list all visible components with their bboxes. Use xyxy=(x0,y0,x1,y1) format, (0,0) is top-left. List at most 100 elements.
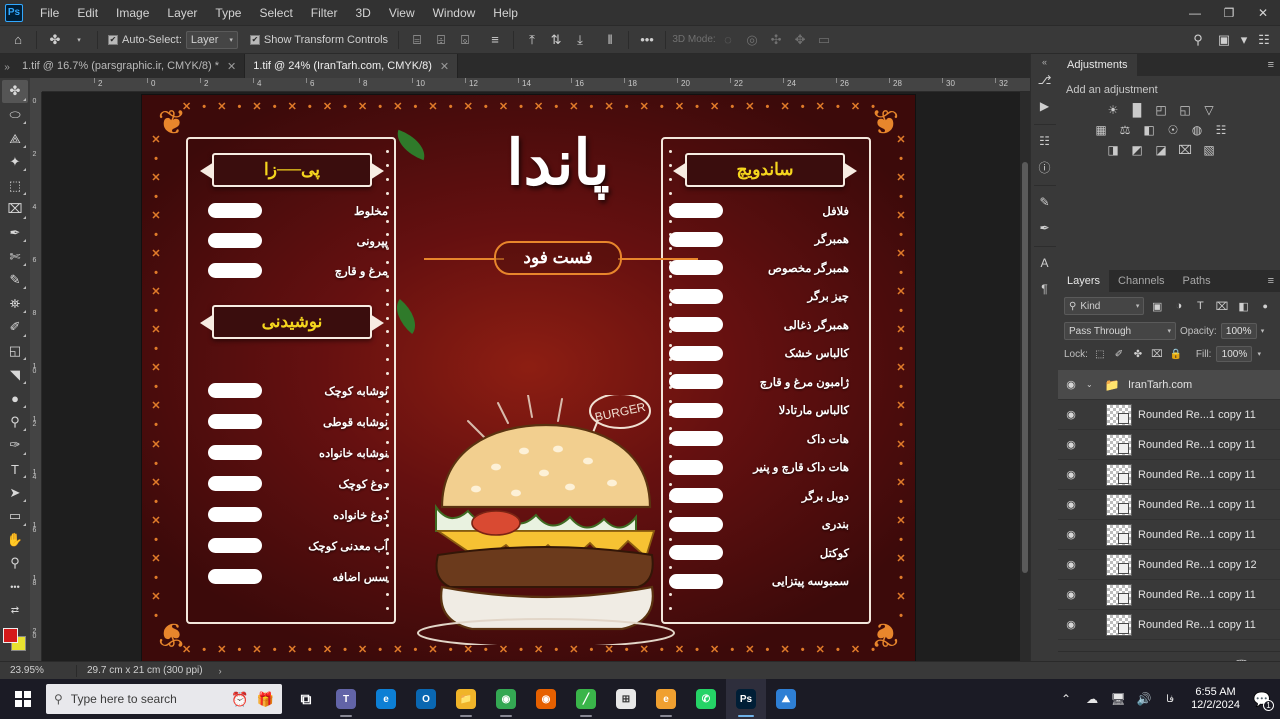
auto-select-scope-dropdown[interactable]: Layer ▾ xyxy=(185,30,238,49)
arrange-documents-icon[interactable]: ▣ xyxy=(1212,29,1236,51)
layer-name[interactable]: Rounded Re...1 copy 11 xyxy=(1138,529,1256,541)
language-icon[interactable]: فا xyxy=(1157,679,1183,719)
lasso-tool[interactable]: ⟁ xyxy=(2,127,28,150)
price-field[interactable] xyxy=(208,569,262,584)
layer-row[interactable]: ◉ Rounded Re...1 copy 11 xyxy=(1058,580,1280,610)
layer-row[interactable]: ◉ Rounded Re...1 copy 11 xyxy=(1058,430,1280,460)
layer-name[interactable]: Rounded Re...1 copy 11 xyxy=(1138,589,1256,601)
menu-filter[interactable]: Filter xyxy=(302,2,347,24)
posterize-icon[interactable]: ◩ xyxy=(1128,142,1146,158)
menu-file[interactable]: File xyxy=(31,2,68,24)
color-swatches[interactable] xyxy=(2,627,28,652)
edit-toolbar-icon[interactable]: ••• xyxy=(2,576,28,599)
libraries-icon[interactable]: ⎇ xyxy=(1033,68,1057,92)
more-options-icon[interactable]: ••• xyxy=(635,29,659,51)
layer-row[interactable]: ◉ Rounded Re...1 copy 11 xyxy=(1058,610,1280,640)
lock-image-icon[interactable]: ✐ xyxy=(1112,347,1126,361)
price-field[interactable] xyxy=(669,317,723,332)
volume-icon[interactable]: 🔊 xyxy=(1131,679,1157,719)
minimize-button[interactable]: — xyxy=(1178,0,1212,26)
zoom-level[interactable]: 23.95% xyxy=(0,665,76,676)
layer-row[interactable]: ◉ Rounded Re...1 copy 12 xyxy=(1058,550,1280,580)
price-field[interactable] xyxy=(208,476,262,491)
layer-group-row[interactable]: ◉ ⌄ 📁 IranTarh.com xyxy=(1058,370,1280,400)
layer-thumbnail[interactable] xyxy=(1106,523,1132,546)
scroll-thumb[interactable] xyxy=(1022,162,1028,574)
teams-icon[interactable]: T xyxy=(326,679,366,719)
levels-icon[interactable]: █ xyxy=(1128,102,1146,118)
gradient-tool[interactable]: ◥ xyxy=(2,363,28,386)
move-tool[interactable]: ✤ xyxy=(2,80,28,103)
lock-artboard-icon[interactable]: ⌧ xyxy=(1150,347,1164,361)
lock-position-icon[interactable]: ✤ xyxy=(1131,347,1145,361)
home-icon[interactable]: ⌂ xyxy=(6,29,30,51)
menu-help[interactable]: Help xyxy=(484,2,527,24)
fill-value[interactable]: 100% xyxy=(1216,346,1253,362)
taskbar-clock[interactable]: 6:55 AM 12/2/2024 xyxy=(1183,686,1248,712)
vibrance-icon[interactable]: ▽ xyxy=(1200,102,1218,118)
price-field[interactable] xyxy=(208,263,262,278)
selective-color-icon[interactable]: ⌧ xyxy=(1176,142,1194,158)
type-tool[interactable]: T xyxy=(2,458,28,481)
menu-type[interactable]: Type xyxy=(206,2,250,24)
tab-irantarh[interactable]: 1.tif @ 24% (IranTarh.com, CMYK/8) ✕ xyxy=(245,54,459,78)
edge-icon[interactable]: e xyxy=(366,679,406,719)
crop-tool[interactable]: ⬚ xyxy=(2,174,28,197)
canvas-vertical-scrollbar[interactable] xyxy=(1020,92,1030,679)
rectangle-tool[interactable]: ▭ xyxy=(2,505,28,528)
tab-adjustments[interactable]: Adjustments xyxy=(1058,54,1137,76)
tab-layers[interactable]: Layers xyxy=(1058,270,1110,292)
filter-shape-icon[interactable]: ⌧ xyxy=(1213,297,1231,315)
align-horizontal-centers-icon[interactable]: ⌹ xyxy=(429,29,453,51)
brush-settings-icon[interactable]: ✎ xyxy=(1033,190,1057,214)
color-balance-icon[interactable]: ⚖ xyxy=(1116,122,1134,138)
layer-name[interactable]: Rounded Re...1 copy 11 xyxy=(1138,469,1256,481)
paragraph-icon[interactable]: ¶ xyxy=(1033,277,1057,301)
artboard[interactable]: ✕ • ✕ • ✕ • ✕ • ✕ • ✕ • ✕ • ✕ • ✕ • ✕ • ✕ • ✕ • ✕ • ✕ • ✕ • ✕ • ✕ • ✕ • ✕ • ✕ •… xyxy=(142,95,915,662)
align-left-edges-icon[interactable]: ⌸ xyxy=(405,29,429,51)
layer-visibility-toggle[interactable]: ◉ xyxy=(1062,528,1080,541)
menu-edit[interactable]: Edit xyxy=(68,2,107,24)
hue-saturation-icon[interactable]: ▦ xyxy=(1092,122,1110,138)
close-button[interactable]: ✕ xyxy=(1246,0,1280,26)
filter-kind-dropdown[interactable]: ⚲ Kind ▾ xyxy=(1064,297,1145,315)
vertical-ruler[interactable]: 0 2 4 6 8 10 12 14 16 18 20 xyxy=(30,92,42,679)
layer-name[interactable]: Rounded Re...1 copy 11 xyxy=(1138,409,1256,421)
foreground-color-swatch[interactable] xyxy=(3,628,18,644)
hand-tool[interactable]: ✋ xyxy=(2,529,28,552)
close-icon[interactable]: ✕ xyxy=(440,60,449,73)
actions-icon[interactable]: ▶ xyxy=(1033,94,1057,118)
character-icon[interactable]: A xyxy=(1033,251,1057,275)
notification-center-button[interactable]: 💬 1 xyxy=(1248,679,1276,719)
brush-presets-icon[interactable]: ✒ xyxy=(1033,216,1057,240)
align-vertical-centers-icon[interactable]: ⇅ xyxy=(544,29,568,51)
start-button[interactable] xyxy=(0,679,46,719)
quick-selection-tool[interactable]: ✦ xyxy=(2,151,28,174)
layer-thumbnail[interactable] xyxy=(1106,613,1132,636)
search-icon[interactable]: ⚲ xyxy=(1186,29,1210,51)
show-hidden-icons-chevron[interactable]: ⌃ xyxy=(1053,679,1079,719)
layers-panel-menu-icon[interactable]: ≡ xyxy=(1268,270,1280,292)
layer-visibility-toggle[interactable]: ◉ xyxy=(1062,618,1080,631)
dodge-tool[interactable]: ⚲ xyxy=(2,411,28,434)
color-lookup-icon[interactable]: ☷ xyxy=(1212,122,1230,138)
chrome-icon[interactable]: ◉ xyxy=(486,679,526,719)
auto-select-checkbox[interactable]: ✔ Auto-Select: xyxy=(104,34,186,46)
eraser-tool[interactable]: ◱ xyxy=(2,340,28,363)
layer-name[interactable]: Rounded Re...1 copy 11 xyxy=(1138,439,1256,451)
price-field[interactable] xyxy=(669,345,723,361)
pen-tool[interactable]: ✑ xyxy=(2,434,28,457)
layer-list[interactable]: ◉ ⌄ 📁 IranTarh.com ◉ Rounded Re...1 copy 11 ◉ R… xyxy=(1058,370,1280,651)
opacity-value[interactable]: 100% xyxy=(1220,323,1257,339)
distribute-icon[interactable]: ≡ xyxy=(483,29,507,51)
status-bar-expand-icon[interactable]: › xyxy=(203,666,222,676)
photos-icon[interactable]: ⛰ xyxy=(766,679,806,719)
layer-visibility-toggle[interactable]: ◉ xyxy=(1062,558,1080,571)
filter-toggle-icon[interactable]: ● xyxy=(1256,297,1274,315)
curves-icon[interactable]: ◰ xyxy=(1152,102,1170,118)
gradient-map-icon[interactable]: ▧ xyxy=(1200,142,1218,158)
threshold-icon[interactable]: ◪ xyxy=(1152,142,1170,158)
price-field[interactable] xyxy=(208,538,262,553)
onedrive-icon[interactable]: ☁ xyxy=(1079,679,1105,719)
filter-type-icon[interactable]: T xyxy=(1192,297,1210,315)
